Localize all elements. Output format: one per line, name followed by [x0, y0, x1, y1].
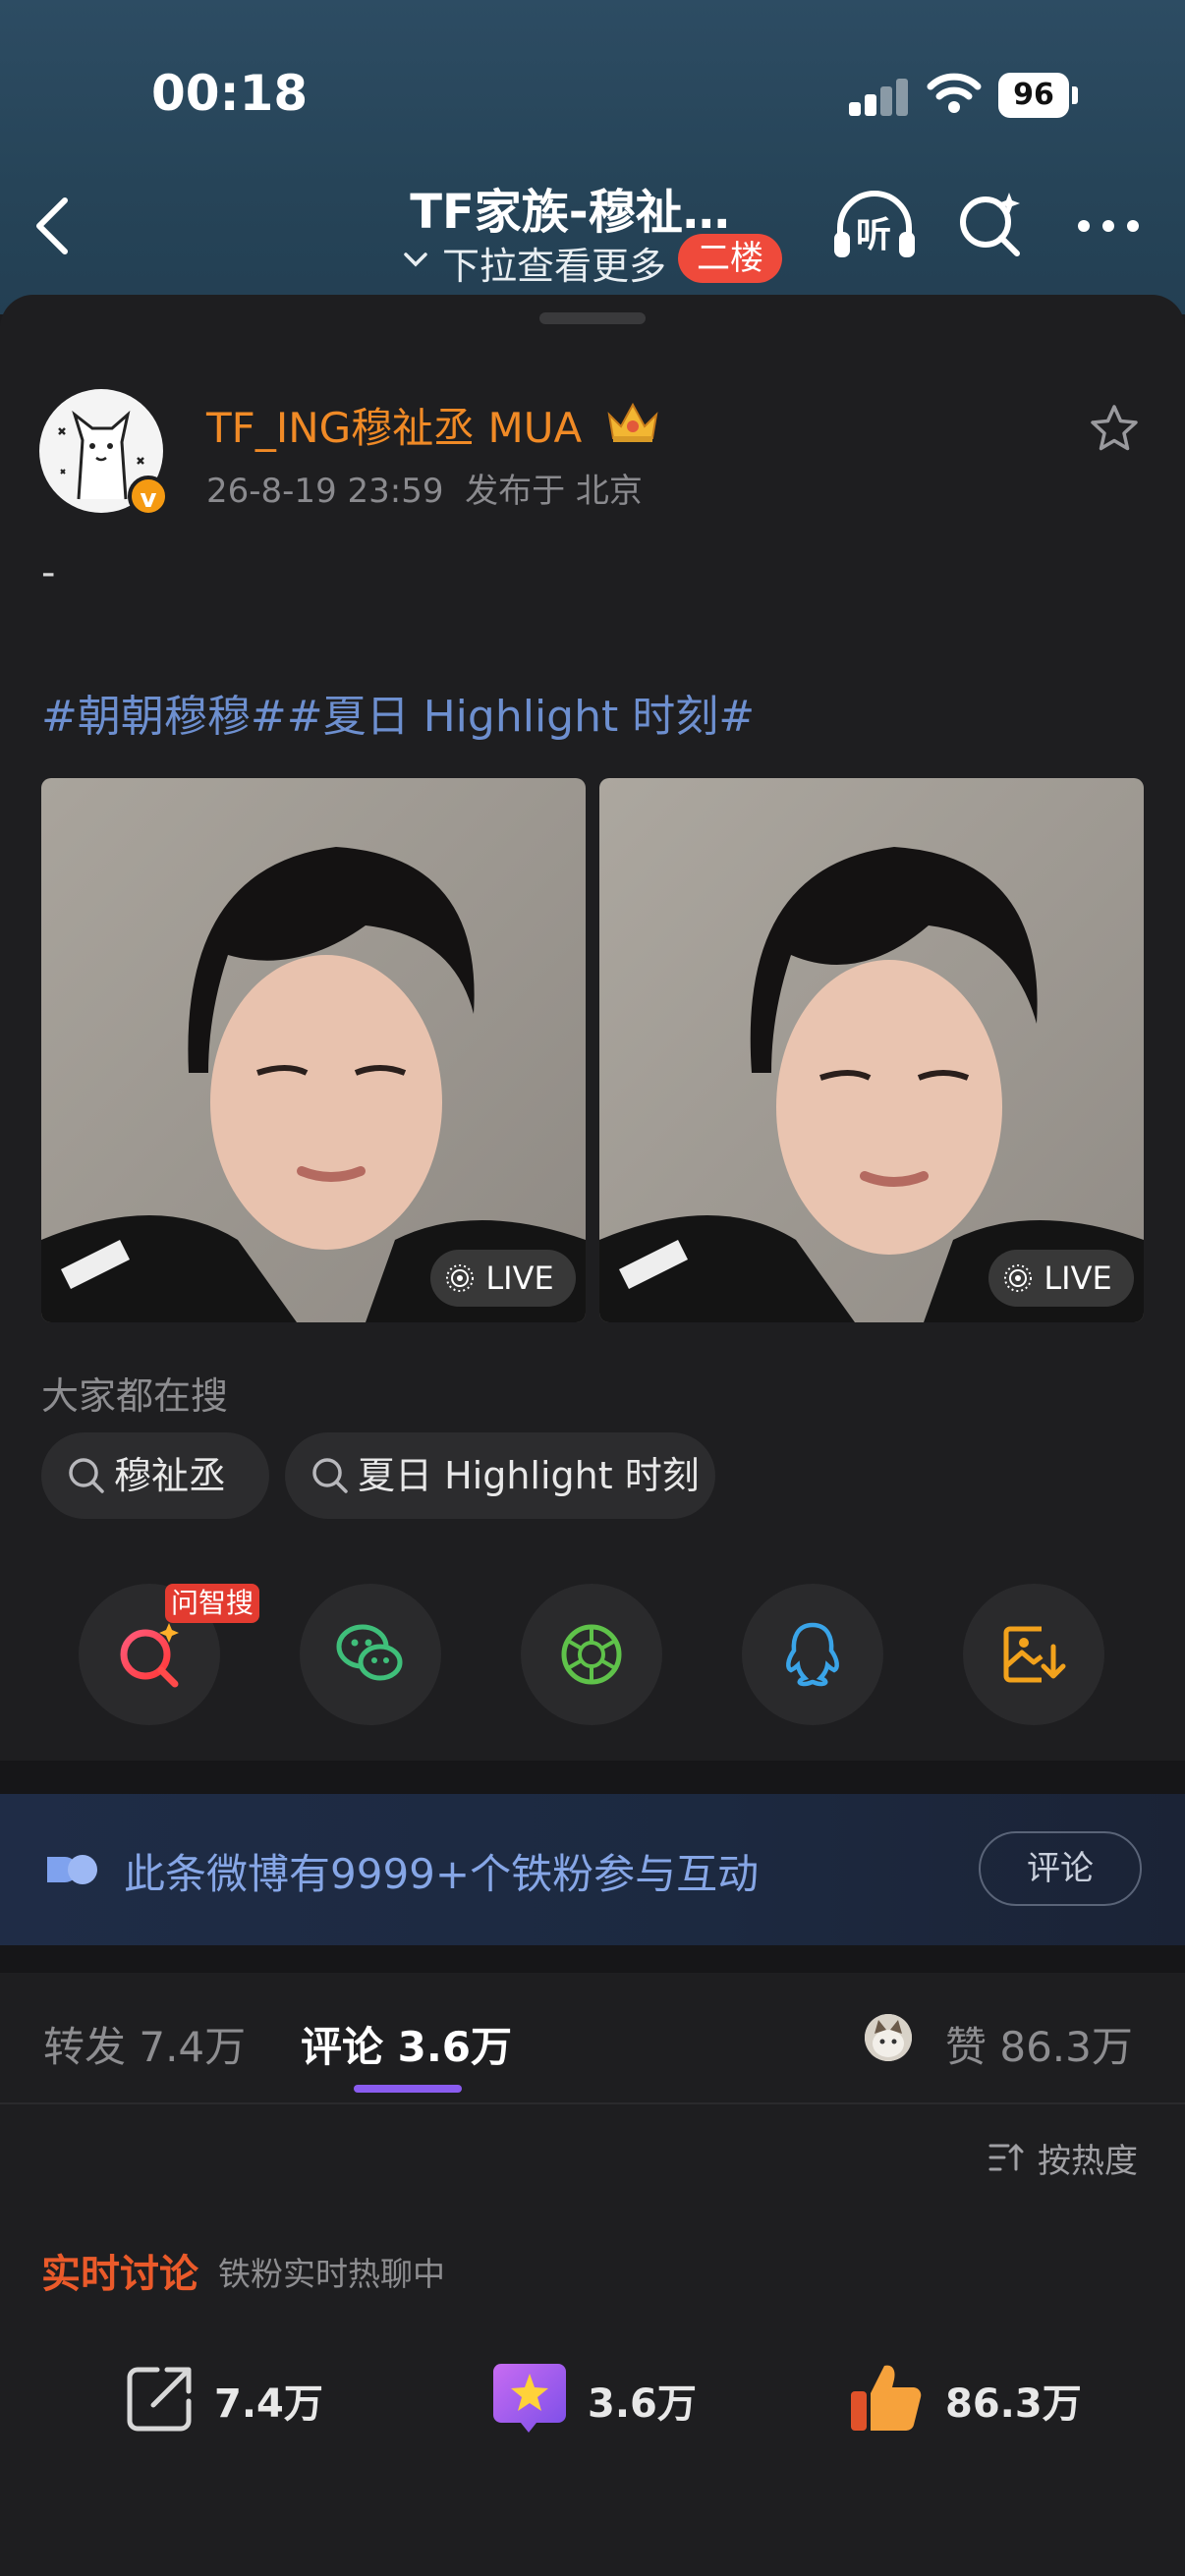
search-chip[interactable]: 穆祉丞 — [41, 1432, 269, 1519]
search-icon — [69, 1458, 104, 1493]
pull-down-hint[interactable]: 下拉查看更多 — [442, 236, 666, 290]
wechat-icon — [336, 1624, 403, 1681]
realtime-discussion-subtitle: 铁粉实时热聊中 — [218, 2255, 445, 2293]
post-hashtags[interactable]: #朝朝穆穆##夏日 Highlight 时刻# — [41, 681, 755, 744]
page-title[interactable]: TF家族-穆祉… — [393, 173, 747, 242]
repost-count: 7.4万 — [214, 2381, 323, 2427]
ask-ai-badge: 问智搜 — [165, 1584, 259, 1623]
favorite-star-icon[interactable] — [1089, 403, 1140, 454]
search-chip[interactable]: 夏日 Highlight 时刻 — [285, 1432, 715, 1519]
author-name[interactable]: TF_ING穆祉丞 MUA — [206, 395, 582, 455]
share-wechat-button[interactable] — [300, 1584, 441, 1725]
verified-badge: v — [128, 476, 169, 517]
wifi-icon — [927, 73, 982, 113]
section-divider — [0, 1761, 1185, 1794]
back-arrow-icon[interactable] — [29, 195, 79, 257]
tab-likes[interactable]: 赞 86.3万 — [945, 2014, 1133, 2074]
post-body: - — [41, 550, 56, 595]
repost-action[interactable]: 7.4万 — [124, 2358, 360, 2436]
share-moments-button[interactable] — [521, 1584, 662, 1725]
comment-star-icon — [493, 2364, 566, 2433]
liker-avatar — [865, 2014, 912, 2061]
crown-icon — [607, 402, 658, 442]
comment-action[interactable]: 3.6万 — [489, 2358, 725, 2436]
search-chip-label: 穆祉丞 — [114, 1454, 227, 1497]
cat-avatar-icon — [865, 2014, 912, 2061]
cellular-signal-icon — [849, 77, 910, 116]
tab-comments[interactable]: 评论 3.6万 — [301, 2014, 512, 2074]
listen-button[interactable]: 听 — [830, 189, 919, 263]
banner-text: 此条微博有9999+个铁粉参与互动 — [124, 1850, 760, 1898]
live-photo-icon — [446, 1264, 474, 1292]
qq-icon — [786, 1622, 839, 1687]
repost-icon — [127, 2367, 192, 2432]
active-tab-indicator — [354, 2085, 462, 2093]
post-image-1[interactable]: LIVE — [41, 778, 586, 1322]
save-image-icon — [1003, 1626, 1066, 1683]
live-photo-badge: LIVE — [430, 1250, 576, 1307]
thumbs-up-icon — [851, 2365, 922, 2432]
ai-search-icon — [120, 1623, 179, 1688]
like-action[interactable]: 86.3万 — [847, 2358, 1102, 2436]
listen-label: 听 — [856, 215, 892, 255]
like-count: 86.3万 — [945, 2381, 1082, 2427]
trending-search-label: 大家都在搜 — [41, 1374, 229, 1418]
post-timestamp: 26-8-19 23:59 — [206, 472, 444, 511]
second-floor-badge[interactable]: 二楼 — [678, 234, 782, 283]
post-image-2[interactable]: LIVE — [599, 778, 1144, 1322]
more-options-icon[interactable] — [1074, 206, 1143, 246]
live-photo-icon — [1004, 1264, 1032, 1292]
sort-icon — [988, 2143, 1024, 2171]
tab-reposts[interactable]: 转发 7.4万 — [43, 2014, 246, 2074]
share-qq-button[interactable] — [742, 1584, 883, 1725]
battery-tip — [1072, 86, 1078, 104]
search-icon — [312, 1458, 348, 1493]
sort-by-hot-button[interactable]: 按热度 — [1038, 2134, 1138, 2182]
save-image-button[interactable] — [963, 1584, 1104, 1725]
section-divider — [0, 1945, 1185, 1973]
search-sparkle-icon[interactable] — [956, 189, 1025, 257]
live-photo-badge: LIVE — [988, 1250, 1134, 1307]
battery-indicator: 96 — [998, 73, 1069, 118]
drag-handle[interactable] — [539, 312, 646, 324]
tabs-divider — [0, 2102, 1185, 2104]
search-chip-label: 夏日 Highlight 时刻 — [358, 1454, 700, 1497]
portrait-photo — [599, 778, 1144, 1322]
post-meta: 26-8-19 23:59 发布于 北京 — [206, 464, 643, 512]
status-time: 00:18 — [151, 65, 309, 122]
live-label: LIVE — [1044, 1260, 1112, 1297]
chevron-down-icon — [404, 252, 427, 267]
portrait-photo — [41, 778, 586, 1322]
comment-count: 3.6万 — [588, 2381, 697, 2427]
post-location: 发布于 北京 — [465, 472, 643, 511]
realtime-discussion-title: 实时讨论 — [41, 2252, 198, 2297]
moments-icon — [561, 1624, 622, 1685]
banner-comment-button[interactable]: 评论 — [979, 1831, 1142, 1906]
fan-badge-icon — [47, 1855, 97, 1884]
live-label: LIVE — [485, 1260, 554, 1297]
